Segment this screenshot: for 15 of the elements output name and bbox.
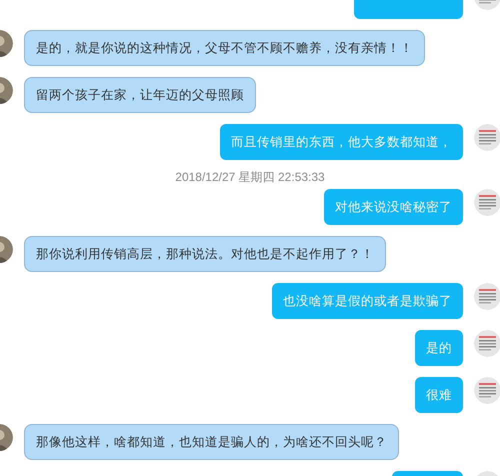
message-bubble: 那你说利用传销高层，那种说法。对他也是不起作用了？！ [24, 236, 386, 272]
message-bubble: 也没啥算是假的或者是欺骗了 [272, 283, 463, 319]
message-bubble: 对他来说没啥秘密了 [324, 189, 463, 225]
avatar[interactable] [474, 377, 500, 404]
message-bubble: 很难 [415, 377, 463, 413]
avatar[interactable] [474, 189, 500, 216]
timestamp: 2018/12/27 星期四 22:53:33 [175, 169, 325, 186]
avatar[interactable] [474, 330, 500, 357]
message-bubble: 是的 [415, 330, 463, 366]
message-bubble: 那像他这样，啥都知道，也知道是骗人的，为啥还不回头呢？ [24, 424, 399, 460]
message-bubble: 是的，就是你说的这种情况，父母不管不顾不赡养，没有亲情！！ [24, 30, 425, 66]
message-bubble: 而且传销里的东西，他大多数都知道， [220, 124, 463, 160]
message-bubble: 留两个孩子在家，让年迈的父母照顾 [24, 77, 256, 113]
avatar[interactable] [474, 283, 500, 310]
avatar[interactable] [474, 124, 500, 151]
